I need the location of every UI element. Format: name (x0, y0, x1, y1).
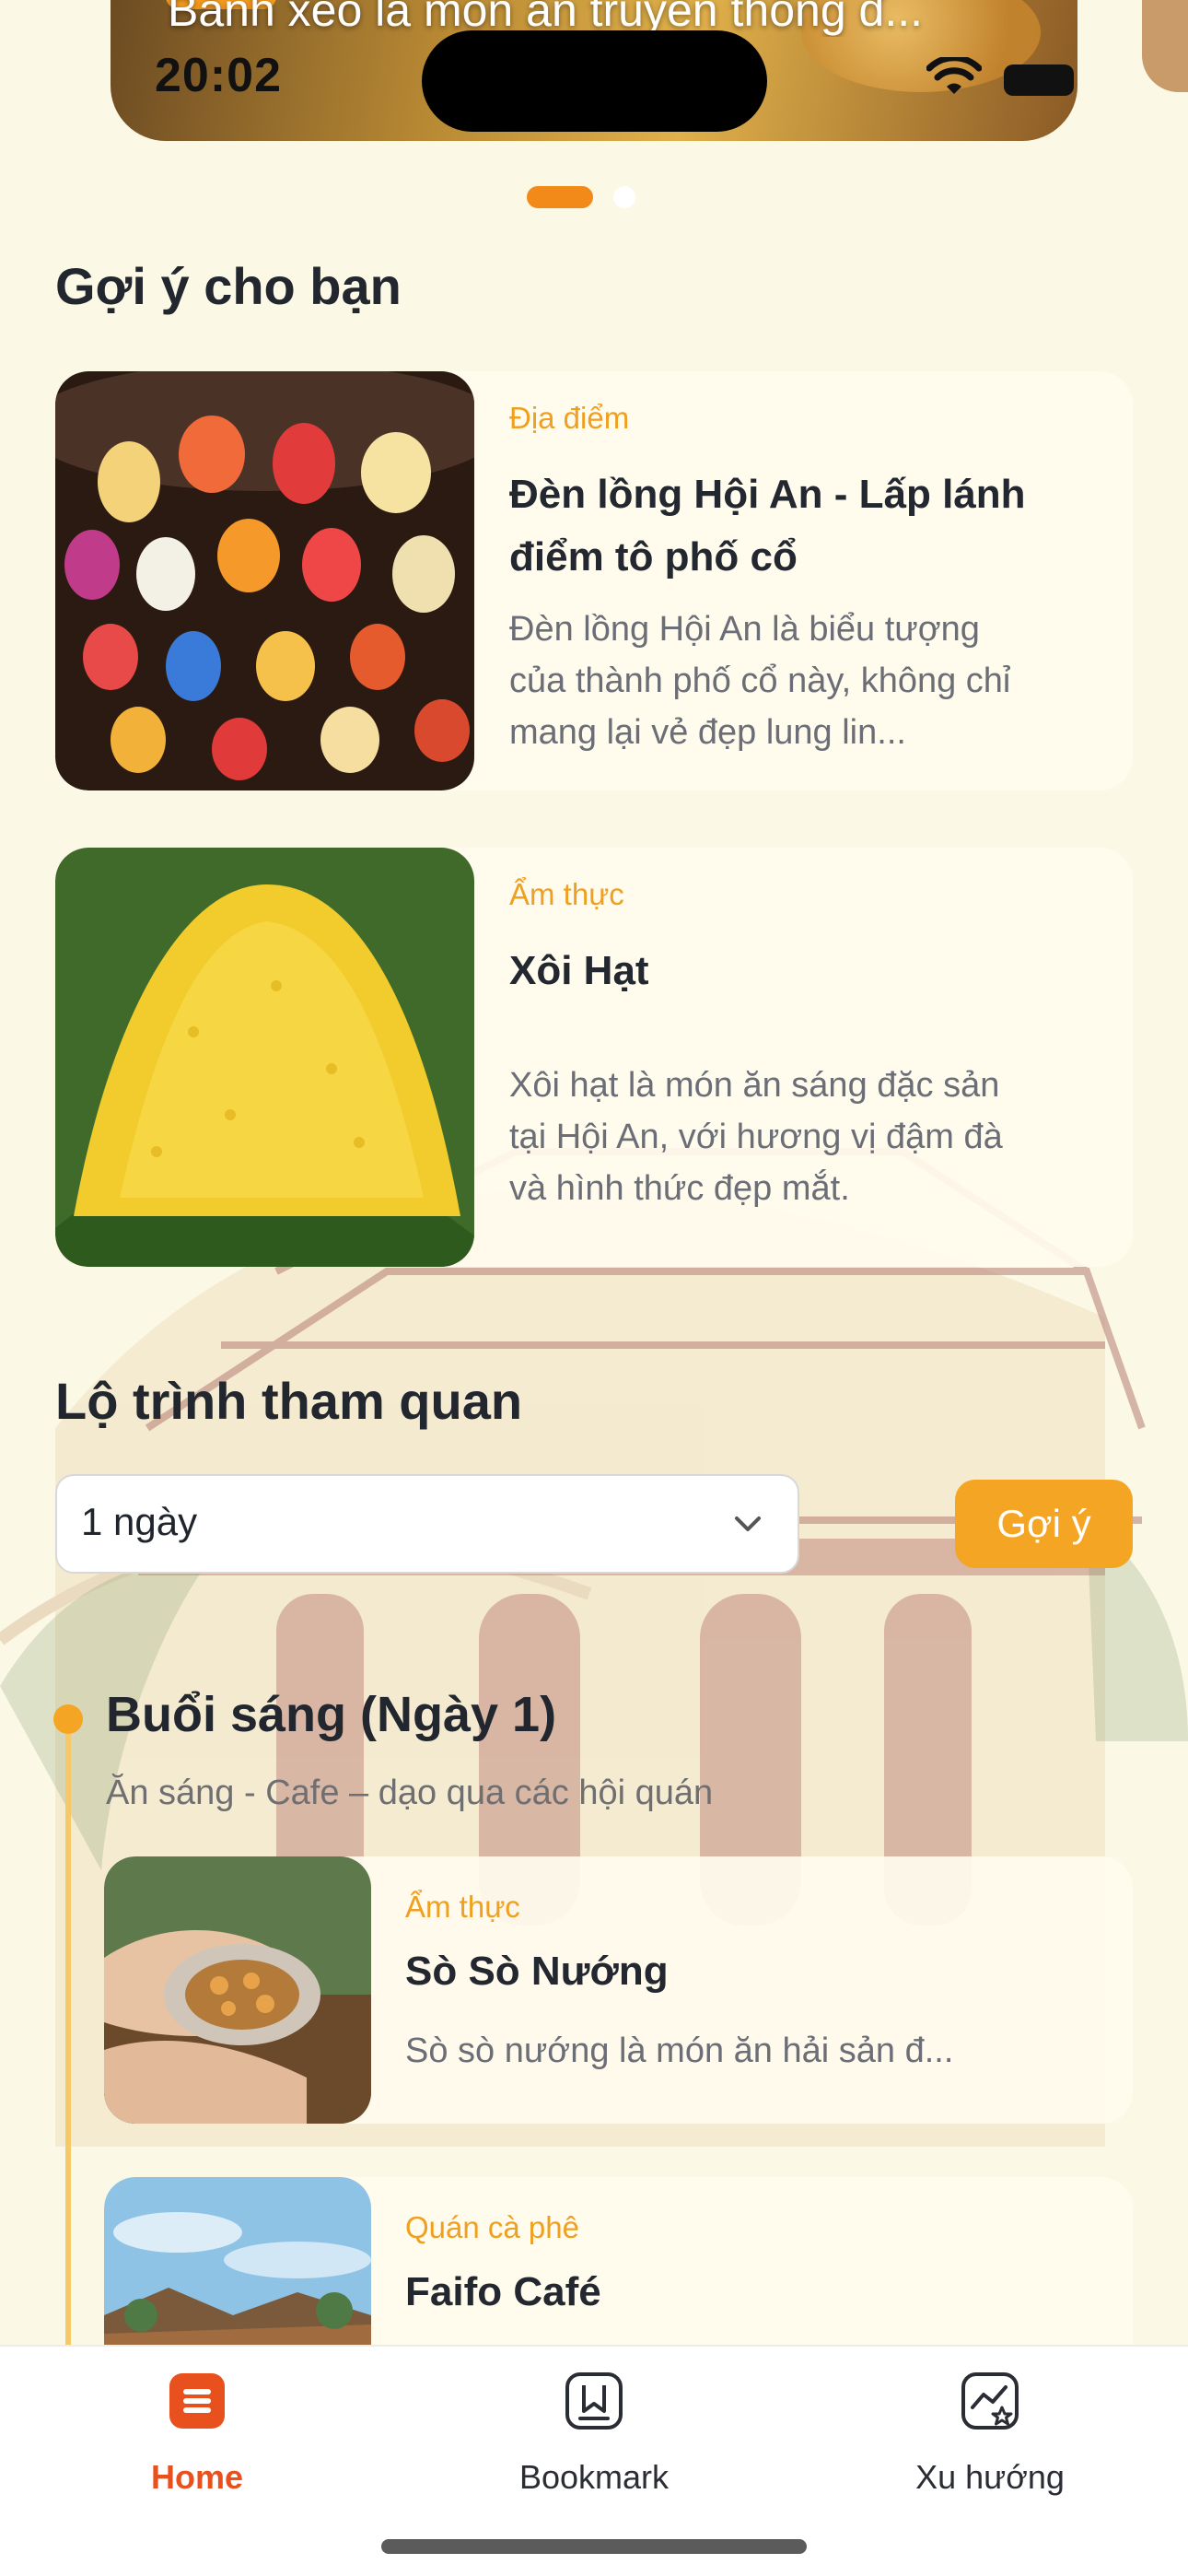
carousel-dot[interactable] (613, 186, 635, 208)
nav-home[interactable]: Home (59, 2371, 335, 2497)
nav-bookmark[interactable]: Bookmark (456, 2371, 732, 2497)
lanterns-image (55, 371, 474, 790)
suggestion-category: Địa điểm (509, 401, 630, 435)
suggestion-description: Xôi hạt là món ăn sáng đặc sản tại Hội A… (509, 1066, 1003, 1208)
route-item-title: Faifo Café (405, 2269, 601, 2314)
nav-label-home: Home (150, 2458, 244, 2496)
duration-value: 1 ngày (81, 1500, 198, 1543)
route-item-description: Sò sò nướng là món ăn hải sản đ... (405, 2032, 954, 2070)
trend-icon (961, 2372, 1019, 2430)
suggest-route-button[interactable]: Gợi ý (955, 1480, 1133, 1568)
home-indicator (381, 2539, 807, 2554)
bookmark-icon (565, 2372, 623, 2430)
suggestion-description: Đèn lồng Hội An là biểu tượng của thành … (509, 610, 1011, 752)
route-item-category: Quán cà phê (405, 2210, 579, 2244)
wifi-icon (926, 57, 982, 94)
session-subtitle: Ăn sáng - Cafe – dạo qua các hội quán (106, 1774, 714, 1812)
carousel-dot-active[interactable] (527, 186, 593, 208)
suggestion-category: Ẩm thực (509, 877, 624, 911)
suggestion-card[interactable]: Địa điểm Đèn lồng Hội An - Lấp lánh điểm… (55, 371, 1133, 790)
duration-select[interactable]: 1 ngày (55, 1474, 799, 1574)
suggestion-title: Xôi Hạt (509, 948, 649, 993)
app-screen: Bánh xèo là món ăn truyền thống đ... 20:… (0, 0, 1188, 2576)
nav-label-bookmark: Bookmark (518, 2458, 670, 2496)
carousel-indicator (527, 186, 635, 208)
suggestion-title: Đèn lồng Hội An - Lấp lánh điểm tô phố c… (509, 472, 1026, 580)
dynamic-island (422, 30, 767, 132)
session-title: Buổi sáng (Ngày 1) (106, 1687, 557, 1742)
route-title: Lộ trình tham quan (55, 1372, 523, 1430)
suggestions-title: Gợi ý cho bạn (55, 257, 402, 315)
route-item-card[interactable]: Ẩm thực Sò Sò Nướng Sò sò nướng là món ă… (104, 1856, 1133, 2124)
timeline-line (65, 1732, 71, 2359)
xoi-hat-image (55, 848, 474, 1267)
so-so-nuong-image (104, 1856, 371, 2124)
timeline-dot (53, 1704, 83, 1734)
chevron-down-icon (735, 1516, 761, 1531)
nav-label-trending: Xu hướng (915, 2458, 1065, 2496)
home-icon (169, 2373, 225, 2429)
battery-icon (1004, 64, 1074, 96)
route-item-category: Ẩm thực (405, 1890, 520, 1924)
nav-trending[interactable]: Xu hướng (852, 2371, 1128, 2497)
hero-next-card[interactable] (1142, 0, 1188, 92)
route-item-title: Sò Sò Nướng (405, 1949, 669, 1994)
suggestion-card[interactable]: Ẩm thực Xôi Hạt Xôi hạt là món ăn sáng đ… (55, 848, 1133, 1267)
status-time: 20:02 (155, 49, 282, 102)
